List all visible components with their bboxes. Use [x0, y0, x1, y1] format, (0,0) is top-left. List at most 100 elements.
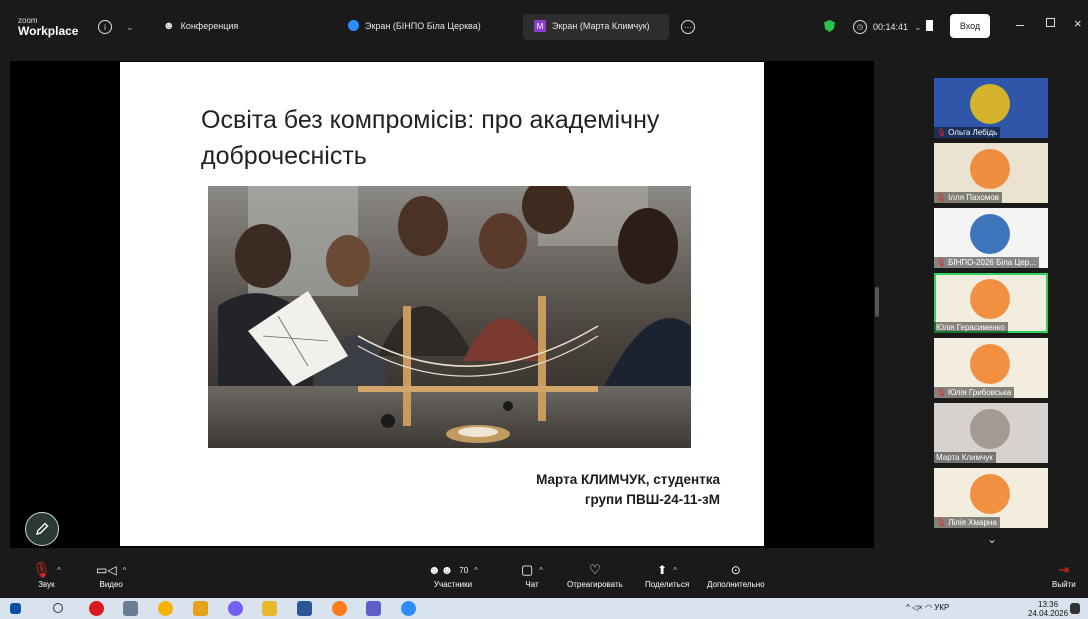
participant-name-label: Марта Климчук: [936, 453, 993, 462]
participants-label: Участники: [433, 580, 473, 589]
tab-screen-binpo-label: Экран (БІНПО Біла Церква): [365, 20, 481, 31]
clock-time: 13:36: [1038, 600, 1059, 609]
participant-video: [970, 344, 1010, 384]
participant-name: 🎙 Юлія Грибовська: [934, 387, 1015, 398]
video-button[interactable]: ▭◁ ^ Видео: [96, 560, 126, 589]
restore-button[interactable]: [1046, 18, 1055, 27]
meeting-controls: 🎙 ^ Звук ▭◁ ^ Видео ☻☻ 70 ^ Участники ▢ ^ Чат…: [0, 552, 1088, 598]
panel-resize-handle[interactable]: [875, 287, 879, 317]
teams-icon[interactable]: [366, 601, 381, 616]
mic-muted-icon: 🎙: [936, 518, 947, 527]
participant-tile[interactable]: 🎙 Юлія Грибовська: [934, 338, 1048, 398]
share-button[interactable]: ⬆ ^ Поделиться: [645, 560, 689, 589]
participants-button[interactable]: ☻☻ 70 ^ Участники: [428, 560, 478, 589]
tab-screen-binpo[interactable]: Экран (БІНПО Біла Церква): [348, 20, 481, 31]
chevron-up-icon: ^: [539, 565, 544, 575]
participant-name: 🎙 Лілія Хмарна: [934, 517, 1000, 528]
leave-button[interactable]: ⇥ Выйти: [1052, 560, 1076, 589]
more-tabs-button[interactable]: ···: [681, 20, 695, 34]
zoom-window: zoom Workplace i ⌄ ☻ Конференция Экран (…: [0, 0, 1088, 619]
wifi-icon: ◠: [925, 603, 933, 612]
chevron-down-icon: ⌄: [986, 532, 998, 546]
participant-name-label: Ілля Пахомов: [948, 193, 1000, 202]
slide-author: Марта КЛИМЧУК, студентка групи ПВШ-24-11…: [470, 470, 720, 510]
meeting-info-button[interactable]: i ⌄: [98, 20, 134, 34]
shield-icon: [824, 20, 835, 32]
react-button[interactable]: ♡ Отреагировать: [567, 560, 623, 589]
zoom-taskbar-icon[interactable]: [401, 601, 416, 616]
participant-name-label: БІНПО-2026 Біла Цер...: [948, 258, 1036, 267]
author-line-2: групи ПВШ-24-11-зМ: [584, 492, 720, 507]
participant-tile[interactable]: Марта Климчук: [934, 403, 1048, 463]
close-button[interactable]: ×: [1074, 16, 1082, 31]
share-label: Поделиться: [645, 580, 690, 589]
chat-button[interactable]: ▢ ^ Чат: [521, 560, 543, 589]
people-icon: ☻: [163, 20, 175, 32]
game-icon[interactable]: [193, 601, 208, 616]
tray-icons[interactable]: ^ ◁× ◠ УКР: [906, 603, 949, 612]
viber-icon[interactable]: [228, 601, 243, 616]
chevron-up-icon: ^: [57, 565, 61, 575]
participant-name: 🎙 БІНПО-2026 Біла Цер...: [934, 257, 1039, 268]
zoom-logo: zoom Workplace: [18, 16, 78, 37]
tab-conference-label: Конференция: [180, 21, 239, 31]
clock[interactable]: 13:36 24.04.2026: [1028, 600, 1068, 618]
mic-muted-icon: 🎙: [936, 193, 947, 202]
chat-label: Чат: [525, 580, 539, 589]
participant-video: [970, 279, 1010, 319]
participants-icon: ☻☻: [428, 563, 454, 577]
word-icon[interactable]: [297, 601, 312, 616]
chat-icon: ▢: [521, 562, 534, 577]
language-indicator: УКР: [934, 603, 950, 612]
chrome-icon[interactable]: [158, 601, 173, 616]
clock-icon: ◷: [853, 20, 867, 34]
presentation-slide: Освіта без компромісів: про академічну д…: [120, 62, 764, 546]
participant-tile[interactable]: 🎙 БІНПО-2026 Біла Цер...: [934, 208, 1048, 268]
participant-video: [970, 149, 1010, 189]
scroll-down-button[interactable]: ⌄: [984, 532, 1000, 548]
notifications-icon[interactable]: [1070, 603, 1080, 614]
windows-taskbar: ^ ◁× ◠ УКР 13:36 24.04.2026: [0, 598, 1088, 619]
tab-screen-marta[interactable]: M Экран (Марта Климчук): [534, 20, 650, 32]
file-explorer-icon[interactable]: [262, 601, 277, 616]
minimize-button[interactable]: –: [1016, 16, 1024, 32]
login-button[interactable]: Вход: [950, 14, 990, 38]
leave-label: Выйти: [1052, 580, 1076, 589]
leave-icon: ⇥: [1058, 562, 1070, 577]
participant-video: [970, 214, 1010, 254]
close-icon: ×: [1074, 16, 1082, 31]
participant-tile[interactable]: 🎙 Ілля Пахомов: [934, 143, 1048, 203]
title-bar: zoom Workplace i ⌄ ☻ Конференция Экран (…: [0, 0, 1088, 56]
opera-icon[interactable]: [89, 601, 104, 616]
clock-date: 24.04.2026: [1028, 609, 1069, 618]
windows-start-icon[interactable]: [10, 603, 21, 614]
participant-name-label: Лілія Хмарна: [948, 518, 997, 527]
tab-conference[interactable]: ☻ Конференция: [163, 20, 238, 32]
meeting-timer[interactable]: ◷ 00:14:41 ⌄: [853, 20, 922, 34]
participant-name-label: Юлія Герасименко: [936, 323, 1005, 332]
app-icon[interactable]: [123, 601, 138, 616]
zoom-icon: [348, 20, 359, 31]
chevron-down-icon: ⌄: [914, 21, 922, 32]
firefox-icon[interactable]: [332, 601, 347, 616]
participant-tile[interactable]: Юлія Герасименко: [934, 273, 1048, 333]
audio-button[interactable]: 🎙 ^ Звук: [32, 560, 61, 589]
mic-muted-icon: 🎙: [936, 388, 947, 397]
search-icon[interactable]: [53, 603, 63, 613]
participant-name: 🎙 Ілля Пахомов: [934, 192, 1003, 203]
timer-label: 00:14:41: [873, 22, 909, 32]
chevron-down-icon: ⌄: [126, 21, 134, 32]
more-button[interactable]: ⊙ Дополнительно: [707, 560, 765, 589]
participant-name: Марта Климчук: [934, 452, 996, 463]
ellipsis-icon: ⊙: [730, 563, 741, 577]
participant-video: [970, 474, 1010, 514]
mic-muted-icon: 🎙: [936, 128, 947, 137]
chevron-up-icon: ^: [122, 565, 127, 575]
encryption-shield[interactable]: [824, 20, 835, 32]
volume-icon: ◁×: [912, 603, 923, 612]
participant-tile[interactable]: 🎙 Ольга Лебідь: [934, 78, 1048, 138]
annotate-button[interactable]: [25, 512, 59, 546]
layout-button[interactable]: [926, 20, 937, 31]
participant-tile[interactable]: 🎙 Лілія Хмарна: [934, 468, 1048, 528]
share-screen-icon: ⬆: [657, 563, 668, 577]
